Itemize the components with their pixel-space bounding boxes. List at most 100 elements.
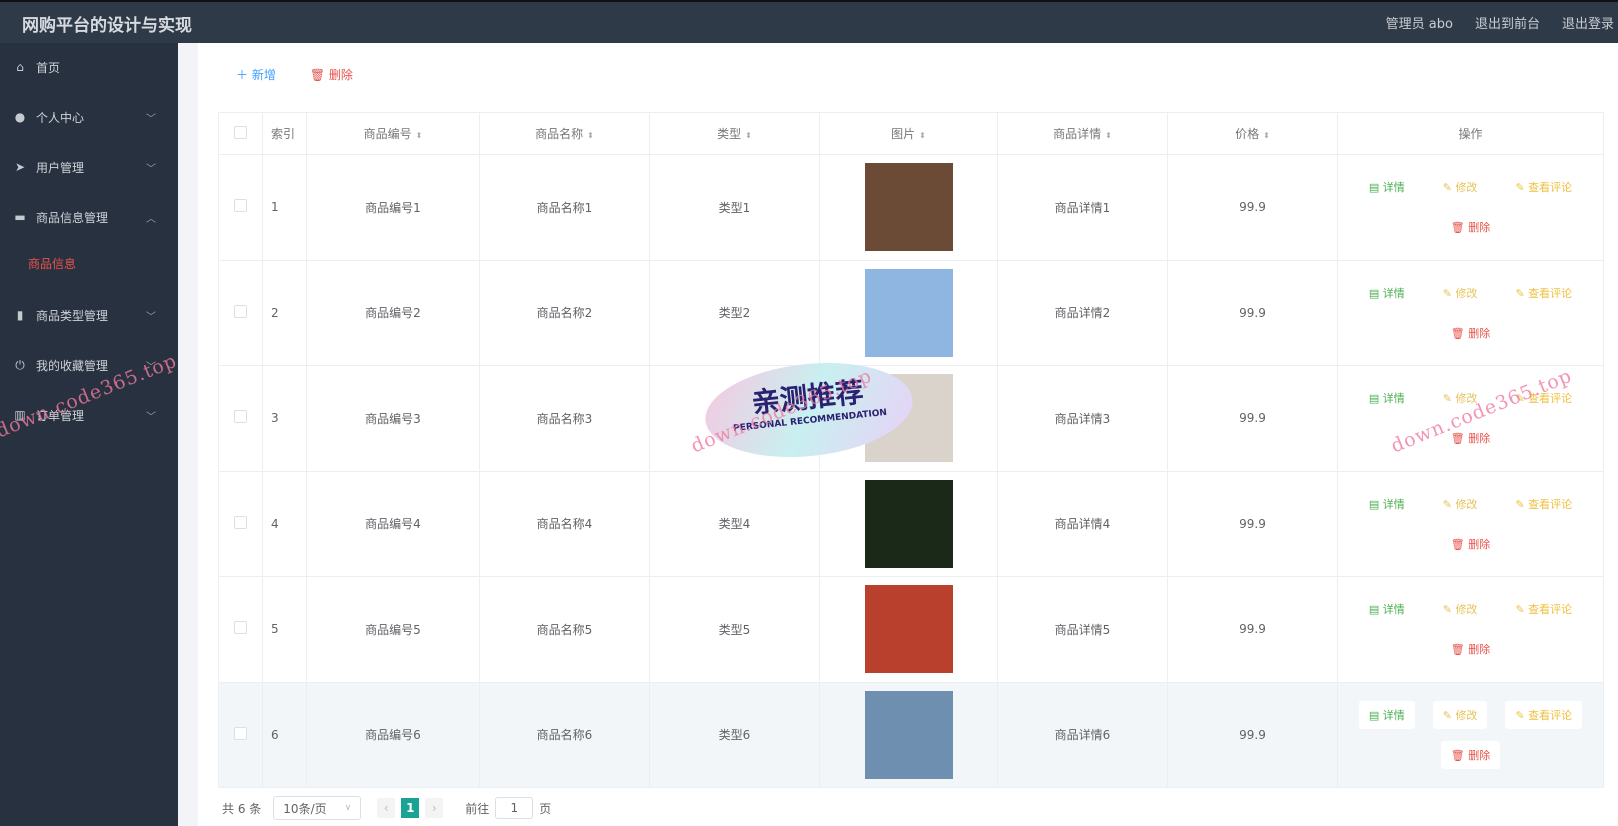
comments-label: 查看评论 (1528, 392, 1573, 406)
row-delete-button[interactable]: 🗑 删除 (1441, 319, 1500, 347)
prev-page-button[interactable]: ‹ (377, 798, 396, 818)
back-to-front-link[interactable]: 退出到前台 (1475, 13, 1540, 32)
type-cell: 类型6 (649, 681, 820, 788)
delete-button[interactable]: 🗑 删除 (310, 66, 353, 83)
index-cell: 4 (262, 470, 307, 577)
row-delete-button[interactable]: 🗑 删除 (1441, 530, 1500, 558)
price-cell: 99.9 (1167, 470, 1338, 577)
comments-label: 查看评论 (1528, 708, 1573, 722)
edit-icon: ✎ (1442, 392, 1456, 406)
detail-cell: 商品详情2 (997, 259, 1168, 366)
top-bar: 网购平台的设计与实现 管理员 abo 退出到前台 退出登录 (0, 0, 1618, 43)
sort-icon[interactable]: ⬍ (745, 131, 752, 140)
view-comments-button[interactable]: ✎ 查看评论 (1505, 490, 1582, 518)
detail-button[interactable]: ▤ 详情 (1359, 595, 1415, 623)
detail-button[interactable]: ▤ 详情 (1359, 279, 1415, 307)
price-cell: 99.9 (1167, 576, 1338, 683)
header-label: 类型 (717, 127, 742, 141)
actions-cell: ▤ 详情 ✎ 修改 ✎ 查看评论 🗑 删除 (1337, 259, 1604, 366)
row-delete-button[interactable]: 🗑 删除 (1441, 213, 1500, 241)
detail-button[interactable]: ▤ 详情 (1359, 173, 1415, 201)
column-header[interactable]: 商品名称 ⬍ (479, 112, 650, 155)
index-cell: 3 (262, 365, 307, 472)
product-table: 索引 商品编号 ⬍ 商品名称 ⬍ 类型 ⬍ 图片 ⬍ 商品详情 ⬍ 价格 ⬍ 操作 1 商品编号1 商品名… (218, 112, 1604, 788)
edit-button[interactable]: ✎ 修改 (1433, 384, 1488, 412)
sort-icon[interactable]: ⬍ (1105, 131, 1112, 140)
plus-icon: ＋ (236, 68, 252, 82)
sidebar-item-label: 商品信息管理 (36, 210, 109, 225)
name-cell: 商品名称4 (479, 470, 650, 577)
column-header[interactable]: 商品编号 ⬍ (306, 112, 480, 155)
detail-label: 详情 (1382, 708, 1405, 722)
document-icon: ▤ (1368, 603, 1383, 617)
type-cell: 类型2 (649, 259, 820, 366)
sidebar-item-3[interactable]: ▬ 商品信息管理 ︿ (0, 202, 178, 232)
edit-button[interactable]: ✎ 修改 (1433, 490, 1488, 518)
chevron-icon: ﹀ (146, 113, 156, 125)
row-delete-button[interactable]: 🗑 删除 (1441, 635, 1500, 663)
edit-button[interactable]: ✎ 修改 (1433, 595, 1488, 623)
detail-button[interactable]: ▤ 详情 (1358, 700, 1415, 729)
sidebar-item-6[interactable]: ▥ 订单管理 ﹀ (0, 400, 178, 430)
row-checkbox[interactable] (234, 304, 247, 318)
row-delete-label: 删除 (1468, 326, 1491, 340)
page-size-select[interactable]: 10条/页 ∨ (273, 796, 362, 820)
view-comments-button[interactable]: ✎ 查看评论 (1505, 384, 1582, 412)
row-checkbox[interactable] (234, 515, 247, 529)
table-row: 4 商品编号4 商品名称4 类型4 商品详情4 99.9 ▤ 详情 ✎ 修改 ✎… (218, 470, 1604, 577)
sidebar-item-0[interactable]: ⌂ 首页 (0, 52, 178, 82)
detail-label: 详情 (1382, 497, 1405, 511)
sort-icon[interactable]: ⬍ (919, 131, 926, 140)
column-header: 操作 (1337, 112, 1604, 155)
detail-cell: 商品详情4 (997, 470, 1168, 577)
edit-button[interactable]: ✎ 修改 (1433, 173, 1488, 201)
page-1-button[interactable]: 1 (401, 798, 420, 818)
add-button[interactable]: ＋ 新增 (236, 66, 276, 83)
goto-page-input[interactable]: 1 (495, 797, 534, 819)
sidebar-item-1[interactable]: ● 个人中心 ﹀ (0, 102, 178, 132)
column-header[interactable]: 价格 ⬍ (1167, 112, 1338, 155)
sort-icon[interactable]: ⬍ (416, 131, 423, 140)
table-row: 6 商品编号6 商品名称6 类型6 商品详情6 99.9 ▤ 详情 ✎ 修改 ✎… (218, 681, 1604, 788)
view-comments-button[interactable]: ✎ 查看评论 (1505, 173, 1582, 201)
column-header[interactable]: 商品详情 ⬍ (997, 112, 1168, 155)
edit-button[interactable]: ✎ 修改 (1432, 700, 1488, 729)
view-comments-button[interactable]: ✎ 查看评论 (1505, 700, 1583, 729)
sidebar-item-5[interactable]: ⏻ 我的收藏管理 ﹀ (0, 350, 178, 380)
edit-label: 修改 (1455, 708, 1478, 722)
detail-cell: 商品详情5 (997, 576, 1168, 683)
edit-icon: ✎ (1515, 392, 1529, 406)
logout-link[interactable]: 退出登录 (1562, 13, 1614, 32)
name-cell: 商品名称3 (479, 365, 650, 472)
actions-cell: ▤ 详情 ✎ 修改 ✎ 查看评论 🗑 删除 (1337, 470, 1604, 577)
edit-icon: ✎ (1515, 181, 1529, 195)
select-all-checkbox[interactable] (234, 125, 247, 139)
column-header[interactable]: 图片 ⬍ (819, 112, 998, 155)
sidebar-item-4[interactable]: ▮ 商品类型管理 ﹀ (0, 300, 178, 330)
view-comments-button[interactable]: ✎ 查看评论 (1505, 595, 1582, 623)
row-checkbox[interactable] (234, 410, 247, 424)
column-header[interactable]: 类型 ⬍ (649, 112, 820, 155)
sidebar-item-2[interactable]: ➤ 用户管理 ﹀ (0, 152, 178, 182)
trash-icon: 🗑 (309, 68, 329, 82)
document-icon: ▤ (1368, 181, 1383, 195)
header-label: 商品名称 (535, 127, 584, 141)
row-delete-button[interactable]: 🗑 删除 (1441, 424, 1500, 452)
sort-icon[interactable]: ⬍ (1263, 131, 1270, 140)
sidebar-subitem-product-info[interactable]: 商品信息 (28, 255, 76, 272)
detail-button[interactable]: ▤ 详情 (1359, 490, 1415, 518)
row-select-cell (218, 681, 263, 788)
edit-label: 修改 (1455, 181, 1478, 195)
row-checkbox[interactable] (234, 621, 247, 635)
header-label: 价格 (1235, 127, 1260, 141)
view-comments-button[interactable]: ✎ 查看评论 (1505, 279, 1582, 307)
trash-icon: 🗑 (1450, 326, 1469, 340)
row-delete-button[interactable]: 🗑 删除 (1440, 740, 1501, 769)
row-checkbox[interactable] (234, 726, 247, 740)
comments-label: 查看评论 (1528, 603, 1573, 617)
edit-button[interactable]: ✎ 修改 (1433, 279, 1488, 307)
detail-button[interactable]: ▤ 详情 (1359, 384, 1415, 412)
next-page-button[interactable]: › (425, 798, 444, 818)
row-checkbox[interactable] (234, 199, 247, 213)
sort-icon[interactable]: ⬍ (587, 131, 594, 140)
